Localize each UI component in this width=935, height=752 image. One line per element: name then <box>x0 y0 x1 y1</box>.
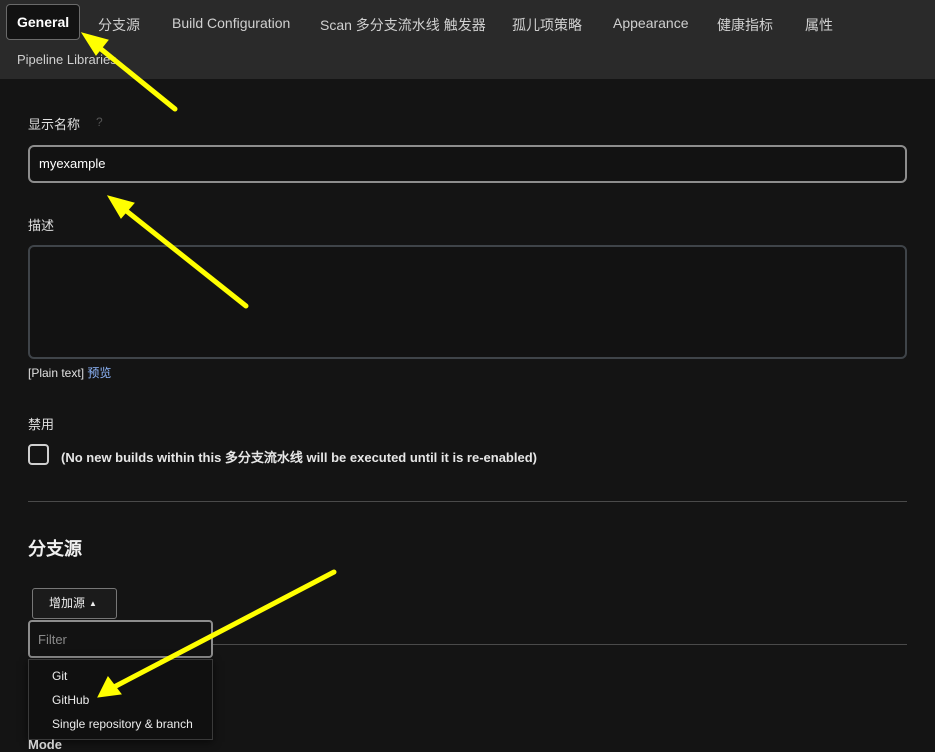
tab-pipeline-libraries[interactable]: Pipeline Libraries <box>17 52 117 67</box>
tab-scan-triggers[interactable]: Scan 多分支流水线 触发器 <box>320 15 486 35</box>
tab-general[interactable]: General <box>6 4 81 40</box>
menu-item-github[interactable]: GitHub <box>52 693 89 707</box>
display-name-label: 显示名称 <box>28 117 81 132</box>
filter-input[interactable] <box>28 620 213 658</box>
tab-properties[interactable]: 属性 <box>805 15 833 35</box>
add-source-button[interactable]: 增加源 ▲ <box>32 588 117 619</box>
config-tab-bar: General 分支源 Build Configuration Scan 多分支… <box>0 0 935 79</box>
tab-build-configuration[interactable]: Build Configuration <box>172 15 290 31</box>
description-textarea[interactable] <box>28 245 907 359</box>
branch-sources-divider <box>213 644 907 645</box>
section-divider <box>28 501 907 502</box>
mode-label: Mode <box>28 737 62 752</box>
menu-item-single-repository[interactable]: Single repository & branch <box>52 717 193 731</box>
help-icon[interactable]: ? <box>96 115 103 129</box>
branch-sources-heading: 分支源 <box>28 539 82 559</box>
display-name-input[interactable]: myexample <box>28 145 907 183</box>
disable-checkbox-text: (No new builds within this 多分支流水线 will b… <box>61 450 537 465</box>
tab-health-metrics[interactable]: 健康指标 <box>717 15 773 35</box>
tab-orphaned-item-strategy[interactable]: 孤儿项策略 <box>512 15 582 35</box>
plain-text-label: [Plain text] <box>28 366 85 380</box>
add-source-dropdown: Git GitHub Single repository & branch <box>28 659 213 740</box>
disable-label: 禁用 <box>28 417 55 432</box>
tab-branch-sources[interactable]: 分支源 <box>98 15 140 35</box>
menu-item-git[interactable]: Git <box>52 669 67 683</box>
tab-appearance[interactable]: Appearance <box>613 15 689 31</box>
caret-up-icon: ▲ <box>89 599 97 608</box>
plain-text-hint: [Plain text] 预览 <box>28 364 111 381</box>
disable-checkbox[interactable] <box>28 444 49 465</box>
preview-link[interactable]: 预览 <box>87 366 111 380</box>
description-label: 描述 <box>28 218 55 233</box>
add-source-label: 增加源 <box>49 596 86 610</box>
